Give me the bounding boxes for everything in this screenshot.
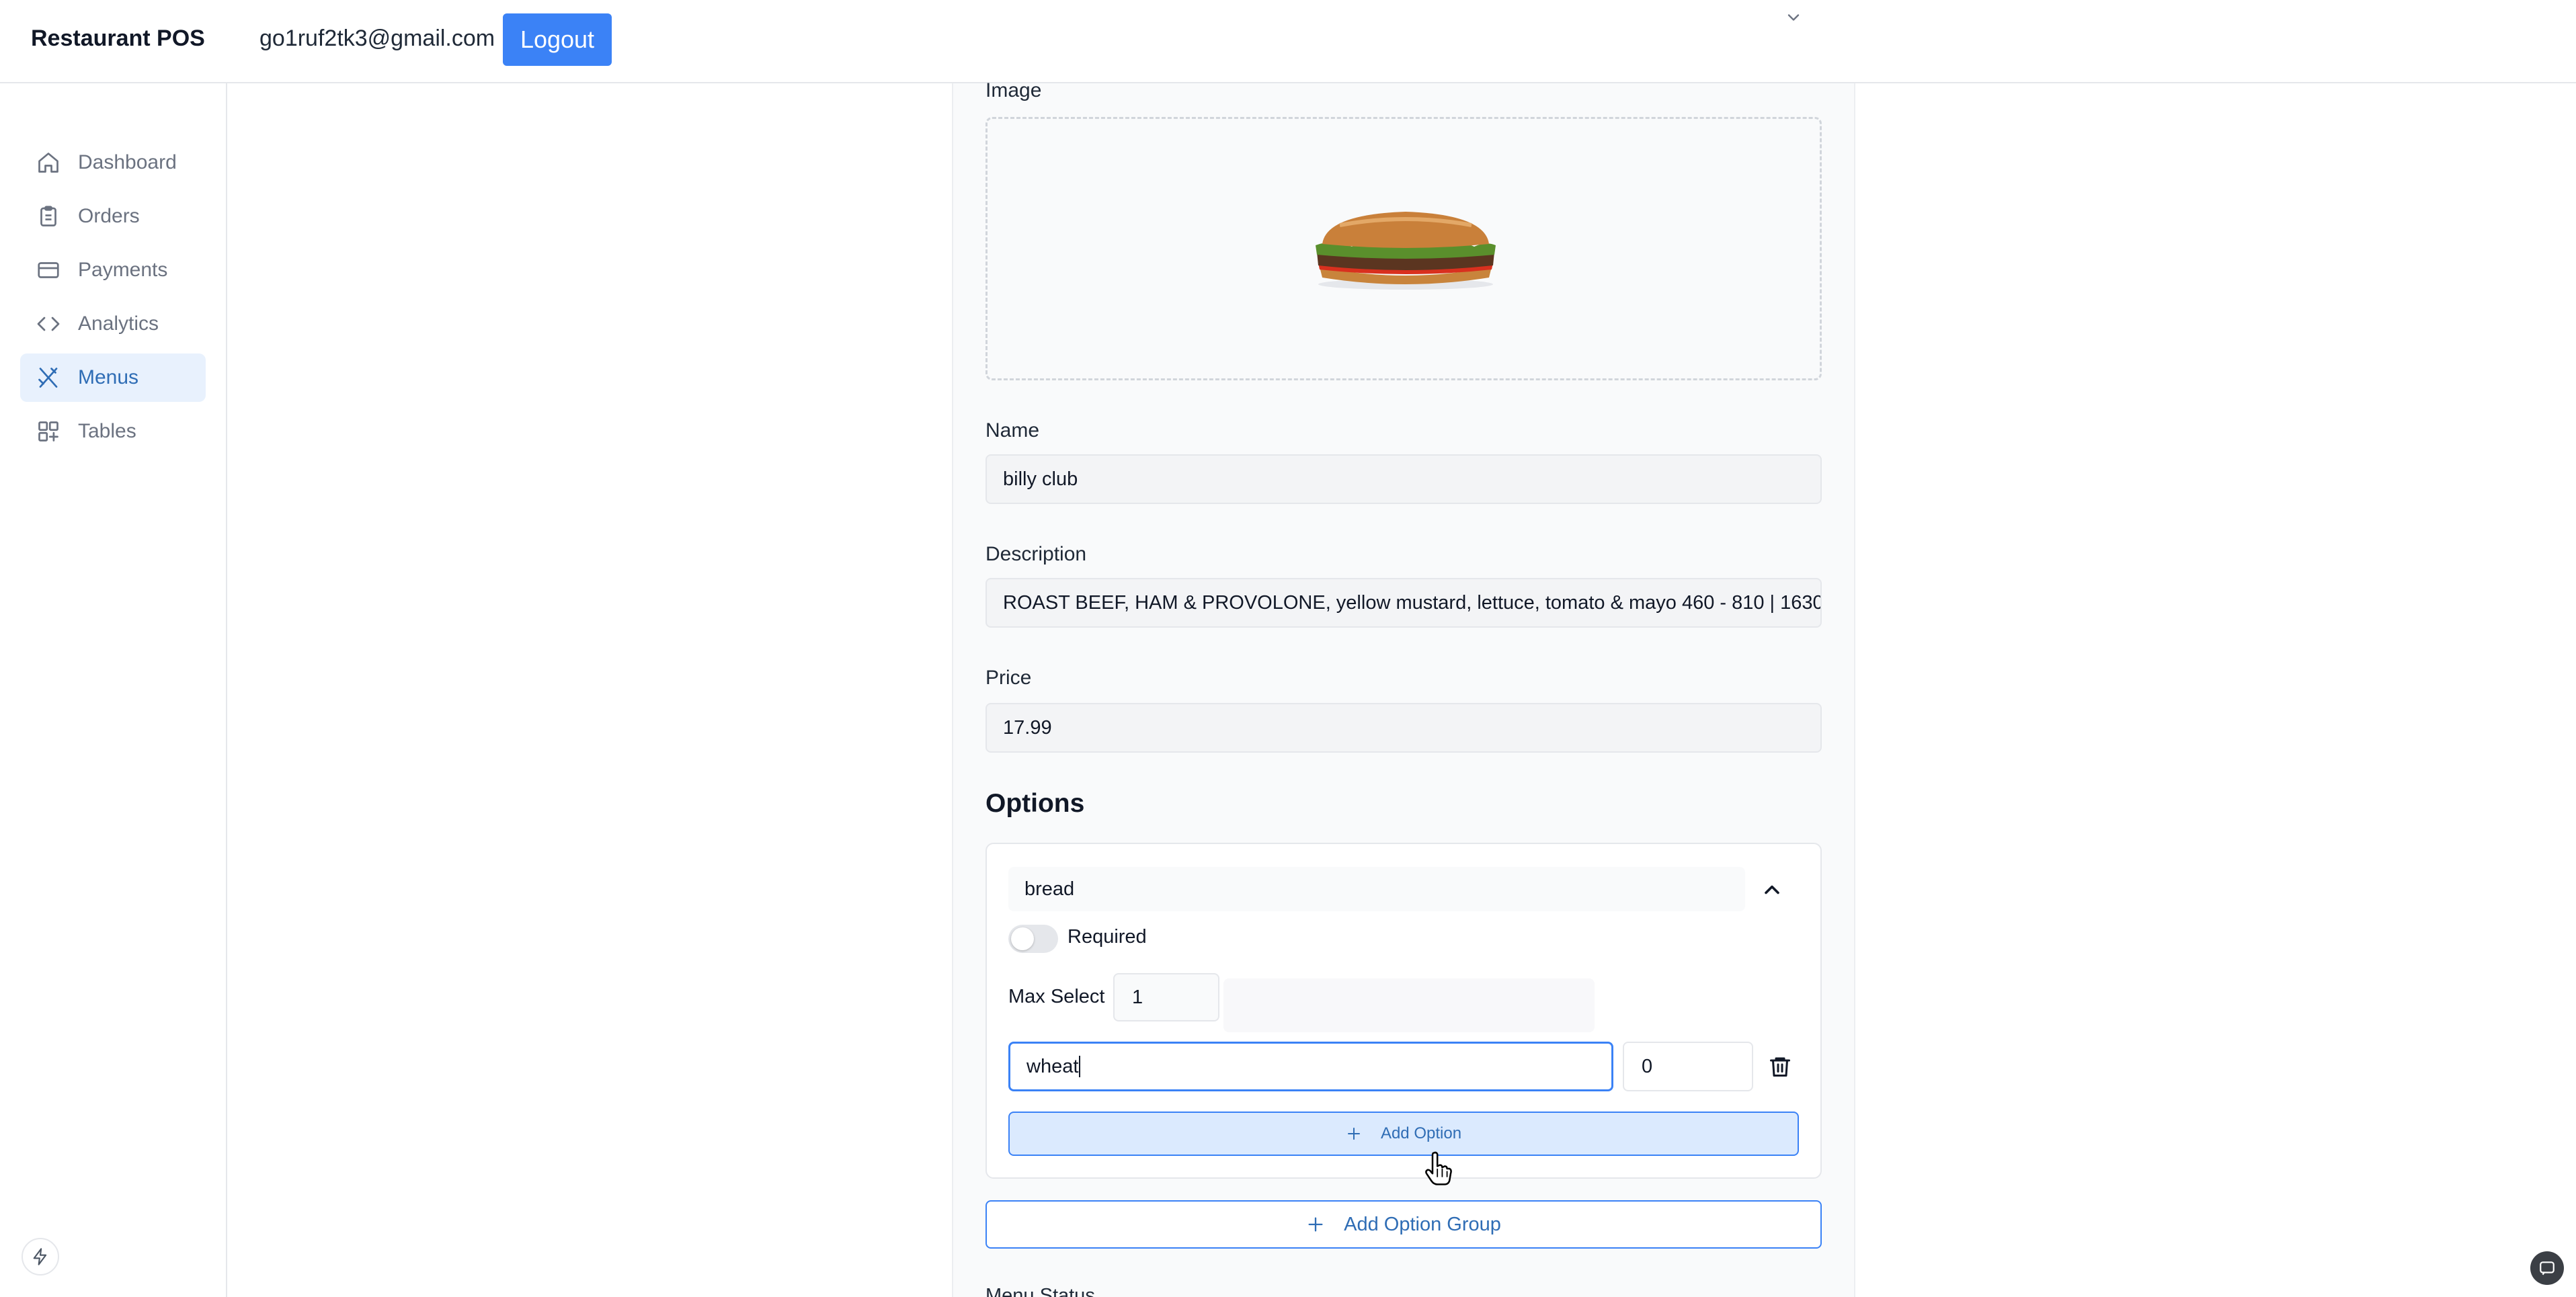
- chevron-up-icon[interactable]: [1760, 878, 1784, 902]
- quick-actions-button[interactable]: [22, 1238, 59, 1275]
- add-option-group-button[interactable]: Add Option Group: [985, 1200, 1822, 1249]
- image-label: Image: [985, 79, 1042, 101]
- options-heading: Options: [985, 789, 1085, 818]
- trash-icon[interactable]: [1768, 1054, 1792, 1079]
- name-input[interactable]: billy club: [985, 454, 1822, 504]
- clipboard-icon: [35, 203, 62, 230]
- add-option-button[interactable]: Add Option: [1008, 1112, 1799, 1156]
- sidebar-item-label: Tables: [78, 420, 136, 442]
- media-controls-overlay: [1223, 978, 1595, 1032]
- sidebar-item-dashboard[interactable]: Dashboard: [20, 138, 206, 187]
- plus-icon: [1306, 1215, 1325, 1234]
- brand-title: Restaurant POS: [31, 26, 205, 51]
- price-label: Price: [985, 667, 1032, 689]
- add-option-group-label: Add Option Group: [1344, 1213, 1501, 1235]
- sidebar-item-label: Payments: [78, 259, 168, 281]
- credit-card-icon: [35, 257, 62, 284]
- description-label: Description: [985, 543, 1087, 565]
- plus-icon: [1346, 1126, 1362, 1142]
- price-input[interactable]: 17.99: [985, 703, 1822, 753]
- add-option-label: Add Option: [1380, 1124, 1462, 1142]
- home-icon: [35, 149, 62, 176]
- chat-icon: [2540, 1261, 2554, 1275]
- sidebar: Dashboard Orders Payments Analytics Menu…: [0, 83, 227, 1297]
- max-select-label: Max Select: [1008, 986, 1105, 1007]
- chat-widget-button[interactable]: [2530, 1251, 2564, 1285]
- sidebar-item-orders[interactable]: Orders: [20, 192, 206, 241]
- sidebar-item-label: Orders: [78, 205, 140, 227]
- option-price-input[interactable]: 0: [1623, 1042, 1753, 1091]
- toggle-knob: [1011, 927, 1034, 950]
- user-email: go1ruf2tk3@gmail.com: [259, 26, 495, 51]
- sandwich-image: [1316, 212, 1496, 290]
- option-group-name-input[interactable]: bread: [1008, 867, 1745, 911]
- code-brackets-icon: [35, 310, 62, 337]
- grid-plus-icon: [35, 418, 62, 445]
- menu-status-label: Menu Status: [985, 1285, 1095, 1297]
- hand-pointer-cursor-icon: [1425, 1151, 1452, 1185]
- sidebar-item-menus[interactable]: Menus: [20, 353, 206, 402]
- utensils-icon: [35, 364, 62, 391]
- top-header: Restaurant POS go1ruf2tk3@gmail.com Logo…: [0, 0, 2576, 83]
- required-label: Required: [1068, 926, 1147, 948]
- sidebar-item-analytics[interactable]: Analytics: [20, 300, 206, 348]
- sidebar-item-label: Menus: [78, 366, 139, 388]
- description-input[interactable]: ROAST BEEF, HAM & PROVOLONE, yellow must…: [985, 578, 1822, 628]
- required-toggle[interactable]: [1008, 925, 1058, 953]
- logout-button[interactable]: Logout: [503, 13, 612, 66]
- option-name-input[interactable]: wheat: [1008, 1042, 1613, 1091]
- max-select-input[interactable]: 1: [1113, 973, 1219, 1021]
- image-upload-dropzone[interactable]: [985, 117, 1822, 380]
- lightning-bolt-icon: [33, 1248, 47, 1265]
- sidebar-item-label: Dashboard: [78, 151, 177, 173]
- text-caret: [1079, 1056, 1081, 1077]
- sidebar-item-tables[interactable]: Tables: [20, 407, 206, 456]
- name-label: Name: [985, 419, 1040, 442]
- sidebar-item-label: Analytics: [78, 312, 159, 335]
- chevron-down-icon[interactable]: [1784, 8, 1803, 27]
- sidebar-item-payments[interactable]: Payments: [20, 246, 206, 294]
- option-name-value: wheat: [1027, 1055, 1079, 1077]
